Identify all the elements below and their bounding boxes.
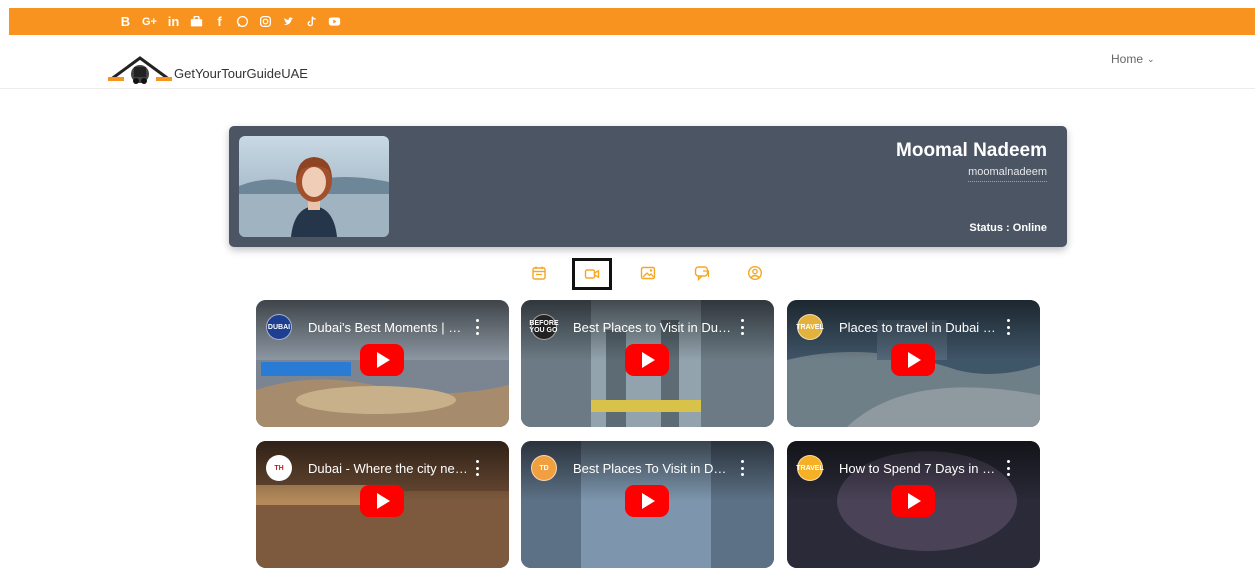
play-button[interactable]	[625, 485, 669, 517]
google-plus-icon[interactable]: G+	[142, 15, 157, 29]
twitter-icon[interactable]	[282, 15, 295, 29]
tab-reviews[interactable]	[691, 261, 713, 285]
play-button[interactable]	[891, 485, 935, 517]
video-card[interactable]: DUBAI Dubai's Best Moments | Dubai Is Ca…	[256, 300, 509, 427]
profile-status: Status : Online	[969, 222, 1047, 234]
profile-photo	[239, 136, 389, 237]
play-button[interactable]	[891, 344, 935, 376]
nav-home-label: Home	[1111, 52, 1144, 66]
video-title[interactable]: Dubai's Best Moments | Dubai Is Calling	[308, 320, 468, 335]
tab-photos[interactable]	[637, 261, 659, 285]
youtube-icon[interactable]	[328, 15, 341, 29]
more-options-icon[interactable]	[1005, 460, 1011, 476]
whatsapp-icon[interactable]	[236, 15, 249, 29]
user-circle-icon	[747, 265, 763, 281]
site-name: GetYourTourGuideUAE	[174, 65, 308, 81]
tab-videos[interactable]	[572, 258, 612, 290]
linkedin-icon[interactable]: in	[167, 14, 180, 29]
video-title[interactable]: Dubai - Where the city never sleeps	[308, 461, 468, 476]
profile-username: moomalnadeem	[968, 166, 1047, 182]
blogger-icon[interactable]: B	[119, 14, 132, 29]
briefcase-icon[interactable]	[190, 15, 203, 29]
social-bar: B G+ in f	[9, 8, 1255, 35]
channel-avatar[interactable]: TH	[266, 455, 292, 481]
image-icon	[640, 266, 656, 280]
channel-avatar[interactable]: TD	[531, 455, 557, 481]
video-card[interactable]: TH Dubai - Where the city never sleeps	[256, 441, 509, 568]
video-title[interactable]: Best Places to Visit in Dubai	[573, 320, 733, 335]
more-options-icon[interactable]	[474, 319, 480, 335]
channel-avatar[interactable]: BEFORE YOU GO	[529, 314, 559, 340]
play-button[interactable]	[625, 344, 669, 376]
facebook-icon[interactable]: f	[213, 14, 226, 29]
site-logo[interactable]: GetYourTourGuideUAE	[108, 54, 308, 86]
channel-avatar[interactable]: TRAVEL	[796, 455, 824, 481]
video-title[interactable]: Best Places To Visit in Dubai	[573, 461, 733, 476]
channel-avatar[interactable]: TRAVEL	[796, 314, 824, 340]
more-options-icon[interactable]	[1005, 319, 1011, 335]
tab-about[interactable]	[744, 261, 766, 285]
video-card[interactable]: TRAVEL How to Spend 7 Days in Dubai	[787, 441, 1040, 568]
channel-avatar[interactable]: DUBAI	[266, 314, 292, 340]
play-button[interactable]	[360, 344, 404, 376]
profile-tabs	[528, 258, 768, 290]
video-card[interactable]: TRAVEL Places to travel in Dubai UAE	[787, 300, 1040, 427]
site-header: GetYourTourGuideUAE Home ⌄	[0, 35, 1255, 89]
video-card[interactable]: TD Best Places To Visit in Dubai	[521, 441, 774, 568]
logo-icon	[108, 56, 172, 84]
more-options-icon[interactable]	[474, 460, 480, 476]
nav-home-menu[interactable]: Home ⌄	[1111, 52, 1155, 66]
video-title[interactable]: How to Spend 7 Days in Dubai	[839, 461, 999, 476]
tiktok-icon[interactable]	[305, 15, 318, 29]
more-options-icon[interactable]	[739, 460, 745, 476]
profile-name: Moomal Nadeem	[896, 140, 1047, 161]
play-button[interactable]	[360, 485, 404, 517]
chevron-down-icon: ⌄	[1147, 53, 1155, 64]
video-card[interactable]: BEFORE YOU GO Best Places to Visit in Du…	[521, 300, 774, 427]
video-icon	[584, 269, 600, 279]
tab-events[interactable]	[528, 261, 550, 285]
profile-card: Moomal Nadeem moomalnadeem Status : Onli…	[229, 126, 1067, 247]
calendar-icon	[532, 266, 546, 280]
instagram-icon[interactable]	[259, 15, 272, 29]
chat-icon	[694, 266, 710, 281]
more-options-icon[interactable]	[739, 319, 745, 335]
video-title[interactable]: Places to travel in Dubai UAE	[839, 320, 999, 335]
